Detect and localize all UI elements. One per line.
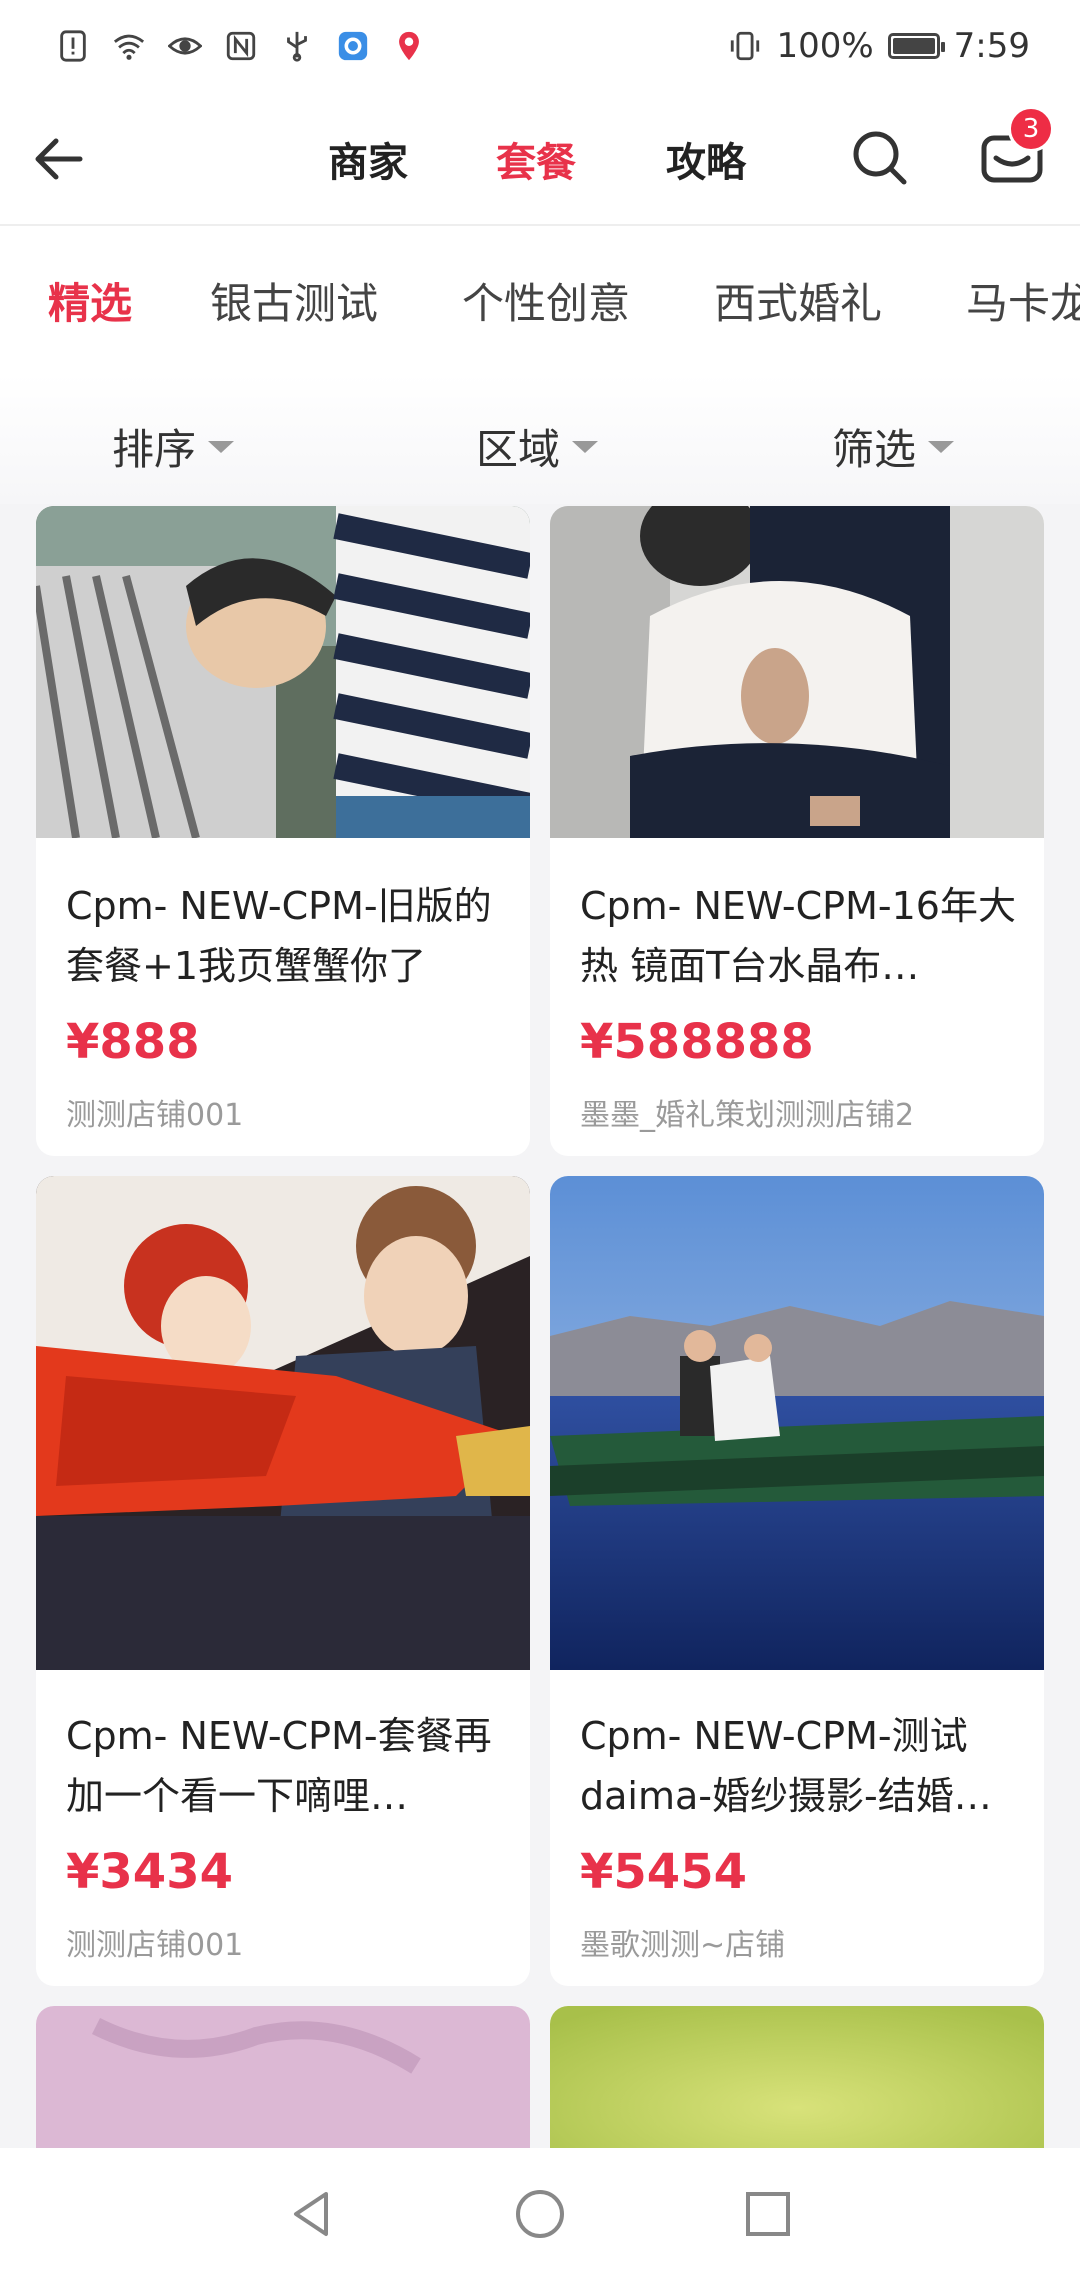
app-notification-icon <box>336 29 370 63</box>
package-card[interactable]: Cpm- NEW-CPM-测试daima-婚纱摄影-结婚… ¥5454 墨歌测测… <box>550 1176 1044 1986</box>
package-card[interactable]: Cpm- NEW-CPM-旧版的套餐+1我页蟹蟹你了 ¥888 测测店铺001 <box>36 506 530 1156</box>
triangle-back-icon <box>294 2192 328 2236</box>
shop-name: 墨墨_婚礼策划测测店铺2 <box>580 1098 915 1133</box>
region-dropdown[interactable]: 区域 <box>476 416 599 477</box>
eye-icon <box>168 29 202 63</box>
square-recents-icon <box>746 2192 790 2236</box>
category-featured[interactable]: 精选 <box>48 270 132 331</box>
package-photo <box>36 1176 530 1670</box>
shop-name: 墨歌测测~店铺 <box>580 1928 786 1963</box>
chevron-down-icon <box>928 440 955 453</box>
shop-name: 测测店铺001 <box>66 1098 244 1133</box>
chevron-down-icon <box>208 440 235 453</box>
wifi-icon <box>112 29 146 63</box>
location-app-icon <box>392 29 426 63</box>
package-price: ¥888 <box>66 1014 200 1070</box>
filter-bar: 排序 区域 筛选 <box>0 374 1080 504</box>
tab-packages[interactable]: 套餐 <box>496 130 576 188</box>
search-button[interactable] <box>848 126 912 190</box>
package-title: Cpm- NEW-CPM-测试daima-婚纱摄影-结婚… <box>580 1714 992 1818</box>
package-photo <box>550 1176 1044 1670</box>
package-card[interactable]: Cpm- NEW-CPM-16年大热 镜面T台水晶布… ¥588888 墨墨_婚… <box>550 506 1044 1156</box>
tab-guides[interactable]: 攻略 <box>666 130 746 188</box>
sort-label: 排序 <box>112 425 197 474</box>
usb-icon <box>280 29 314 63</box>
category-macaron[interactable]: 马卡龙 <box>966 270 1080 331</box>
top-nav: 商家 套餐 攻略 3 <box>0 92 1080 226</box>
package-title: Cpm- NEW-CPM-套餐再加一个看一下嘀哩… <box>66 1714 492 1818</box>
category-yingu-test[interactable]: 银古测试 <box>210 270 378 331</box>
nav-recents-button[interactable] <box>738 2184 798 2244</box>
search-icon <box>853 131 907 185</box>
status-bar: 100% 7:59 <box>0 0 1080 92</box>
circle-home-icon <box>516 2190 564 2238</box>
sort-dropdown[interactable]: 排序 <box>112 416 235 477</box>
nav-back-button[interactable] <box>282 2184 342 2244</box>
category-creative[interactable]: 个性创意 <box>462 270 630 331</box>
nfc-icon <box>224 29 258 63</box>
package-card[interactable]: Cpm- NEW-CPM-套餐再加一个看一下嘀哩… ¥3434 测测店铺001 <box>36 1176 530 1986</box>
filter-label: 筛选 <box>832 425 917 474</box>
category-tabs: 精选 银古测试 个性创意 西式婚礼 马卡龙 <box>0 226 1080 374</box>
message-count-badge: 3 <box>1008 106 1054 152</box>
battery-icon <box>887 33 945 59</box>
tab-merchants[interactable]: 商家 <box>328 130 408 188</box>
package-photo <box>550 506 1044 838</box>
system-nav-bar <box>0 2148 1080 2280</box>
package-title: Cpm- NEW-CPM-16年大热 镜面T台水晶布… <box>580 884 1016 988</box>
back-arrow-icon <box>35 138 83 180</box>
region-label: 区域 <box>476 425 561 474</box>
package-price: ¥3434 <box>66 1844 233 1900</box>
battery-percent: 100% <box>776 26 874 66</box>
chevron-down-icon <box>572 440 599 453</box>
back-button[interactable] <box>28 126 94 192</box>
package-title: Cpm- NEW-CPM-旧版的套餐+1我页蟹蟹你了 <box>66 884 492 988</box>
package-price: ¥588888 <box>580 1014 814 1070</box>
alert-icon <box>56 29 90 63</box>
package-price: ¥5454 <box>580 1844 747 1900</box>
status-icons <box>56 29 426 63</box>
package-photo <box>36 506 530 838</box>
nav-home-button[interactable] <box>510 2184 570 2244</box>
category-western-wedding[interactable]: 西式婚礼 <box>714 270 882 331</box>
status-right: 100% 7:59 <box>728 26 1030 66</box>
clock: 7:59 <box>953 26 1030 66</box>
vibrate-icon <box>728 29 762 63</box>
filter-dropdown[interactable]: 筛选 <box>832 416 955 477</box>
shop-name: 测测店铺001 <box>66 1928 244 1963</box>
